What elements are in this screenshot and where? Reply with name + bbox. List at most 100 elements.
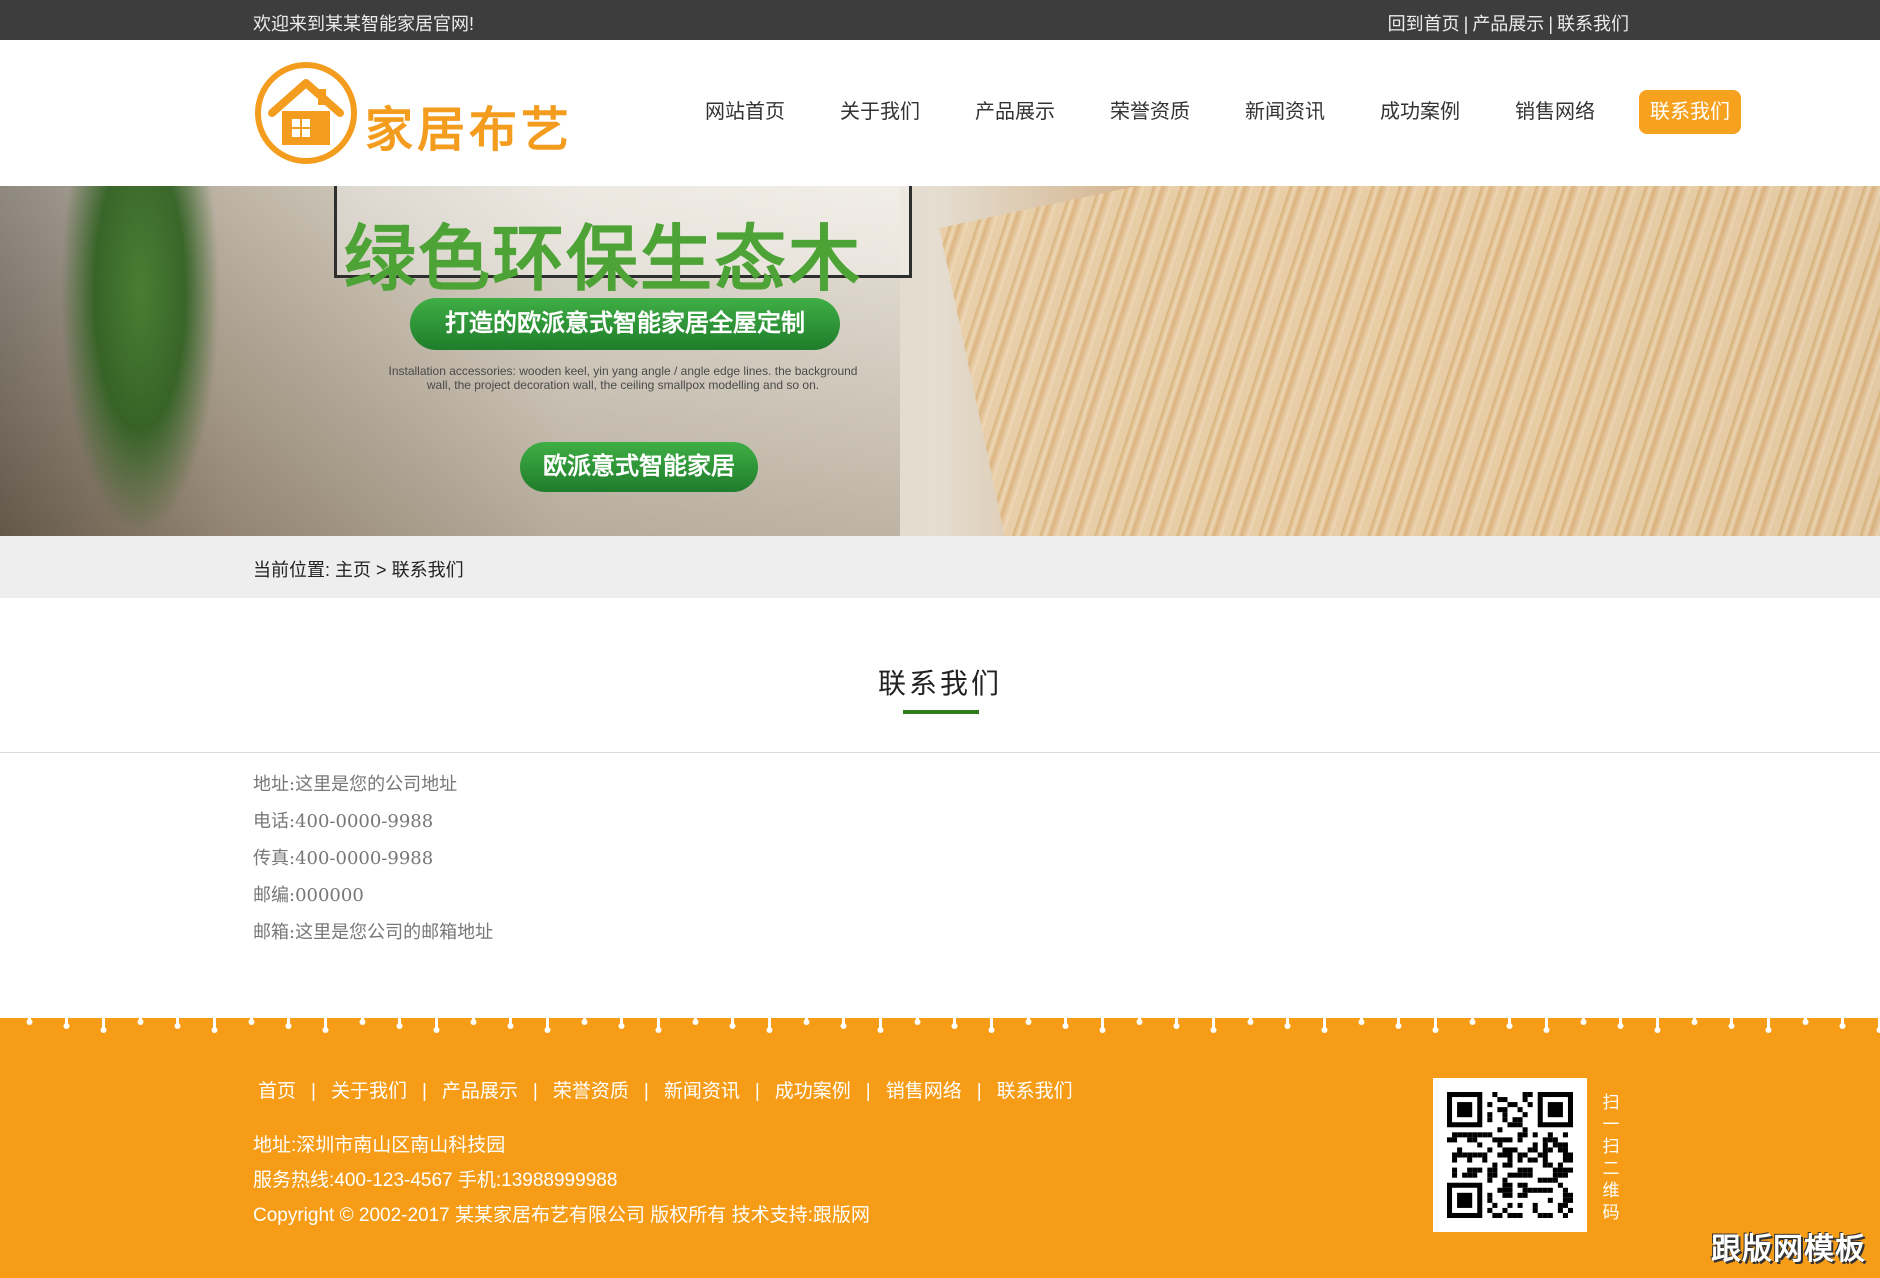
- qr-module: [1452, 1157, 1458, 1163]
- qr-module: [1502, 1137, 1508, 1143]
- footer-nav-contact[interactable]: 联系我们: [992, 1081, 1078, 1102]
- top-link-home[interactable]: 回到首页: [1388, 14, 1460, 34]
- qr-module: [1507, 1122, 1513, 1128]
- qr-module: [1512, 1172, 1518, 1178]
- drip-drop: [1654, 1027, 1661, 1033]
- qr-module: [1477, 1132, 1483, 1138]
- qr-module: [1492, 1172, 1498, 1178]
- drip-drop: [285, 1023, 292, 1029]
- drip-drop: [1025, 1019, 1032, 1025]
- nav-item-contact[interactable]: 联系我们: [1639, 90, 1741, 134]
- qr-module: [1502, 1152, 1508, 1158]
- qr-module: [1557, 1202, 1563, 1208]
- footer-nav-honors[interactable]: 荣誉资质: [548, 1081, 634, 1102]
- qr-module: [1467, 1132, 1473, 1138]
- qr-module: [1522, 1127, 1528, 1133]
- breadcrumb-current-link[interactable]: 联系我们: [392, 560, 464, 580]
- drip: [953, 1012, 956, 1024]
- drip-drop: [951, 1023, 958, 1029]
- drip-drop: [1136, 1019, 1143, 1025]
- footer-copyright: Copyright © 2002-2017 某某家居布艺有限公司 版权所有 技术…: [253, 1205, 870, 1226]
- drip: [1545, 1012, 1548, 1028]
- qr-module: [1557, 1172, 1563, 1178]
- qr-module: [1477, 1142, 1483, 1148]
- nav-item-news[interactable]: 新闻资讯: [1234, 90, 1336, 134]
- qr-module: [1467, 1152, 1473, 1158]
- footer-nav-about[interactable]: 关于我们: [326, 1081, 412, 1102]
- qr-module: [1537, 1187, 1543, 1193]
- qr-module: [1537, 1212, 1543, 1218]
- qr-module: [1502, 1182, 1508, 1188]
- qr-module: [1562, 1152, 1568, 1158]
- qr-module: [1472, 1132, 1478, 1138]
- qr-module: [1557, 1167, 1563, 1173]
- qr-module: [1497, 1152, 1503, 1158]
- qr-finder: [1547, 1102, 1563, 1118]
- qr-module: [1477, 1167, 1483, 1173]
- top-link-separator: |: [1463, 14, 1469, 34]
- qr-module: [1562, 1147, 1568, 1153]
- drip: [102, 1012, 105, 1028]
- drip: [1286, 1012, 1289, 1024]
- banner-description: Installation accessories: wooden keel, y…: [388, 364, 858, 392]
- drip-drop: [1358, 1019, 1365, 1025]
- qr-module: [1517, 1212, 1523, 1218]
- nav-item-network[interactable]: 销售网络: [1504, 90, 1606, 134]
- qr-module: [1532, 1187, 1538, 1193]
- qr-module: [1507, 1192, 1513, 1198]
- qr-module: [1517, 1157, 1523, 1163]
- qr-module: [1522, 1132, 1528, 1138]
- nav-item-home[interactable]: 网站首页: [694, 90, 796, 134]
- footer-nav-home[interactable]: 首页: [253, 1081, 301, 1102]
- qr-module: [1492, 1202, 1498, 1208]
- drip-drop: [1543, 1027, 1550, 1033]
- qr-module: [1517, 1122, 1523, 1128]
- qr-module: [1517, 1107, 1523, 1113]
- drip-drop: [766, 1027, 773, 1033]
- footer-nav-cases[interactable]: 成功案例: [770, 1081, 856, 1102]
- site-footer: 首页 | 关于我们 | 产品展示 | 荣誉资质 | 新闻资讯 | 成功案例 | 销售网络 | 联系我们 地址…: [0, 1012, 1880, 1278]
- qr-module: [1472, 1172, 1478, 1178]
- drip: [1471, 1012, 1474, 1020]
- qr-module: [1457, 1132, 1463, 1138]
- nav-item-honors[interactable]: 荣誉资质: [1099, 90, 1201, 134]
- qr-module: [1512, 1102, 1518, 1108]
- nav-item-cases[interactable]: 成功案例: [1369, 90, 1471, 134]
- drip-drop: [914, 1019, 921, 1025]
- top-link-products[interactable]: 产品展示: [1472, 14, 1544, 34]
- drip: [1360, 1012, 1363, 1020]
- drip-drop: [1099, 1027, 1106, 1033]
- qr-module: [1517, 1137, 1523, 1143]
- drip: [509, 1012, 512, 1024]
- nav-item-products[interactable]: 产品展示: [964, 90, 1066, 134]
- qr-module: [1562, 1212, 1568, 1218]
- drip: [1619, 1012, 1622, 1024]
- qr-module: [1477, 1152, 1483, 1158]
- qr-module: [1487, 1112, 1493, 1118]
- drip-drop: [1802, 1019, 1809, 1025]
- footer-nav-network[interactable]: 销售网络: [881, 1081, 967, 1102]
- qr-module: [1487, 1132, 1493, 1138]
- nav-item-about[interactable]: 关于我们: [829, 90, 931, 134]
- qr-module: [1547, 1197, 1553, 1203]
- qr-module: [1532, 1207, 1538, 1213]
- qr-module: [1567, 1157, 1573, 1163]
- qr-module: [1542, 1212, 1548, 1218]
- drip-drop: [1765, 1027, 1772, 1033]
- drip-drop: [63, 1023, 70, 1029]
- top-link-separator: |: [1548, 14, 1553, 34]
- footer-nav-news[interactable]: 新闻资讯: [659, 1081, 745, 1102]
- watermark-text: 跟版网模板: [1711, 1232, 1866, 1267]
- footer-info: 地址:深圳市南山区南山科技园 服务热线:400-123-4567 手机:1398…: [253, 1131, 870, 1236]
- drip-drop: [1728, 1023, 1735, 1029]
- footer-nav-products[interactable]: 产品展示: [437, 1081, 523, 1102]
- drip-drop: [322, 1027, 329, 1033]
- qr-code-image[interactable]: [1433, 1078, 1587, 1232]
- top-link-contact[interactable]: 联系我们: [1557, 14, 1629, 34]
- drip-drop: [729, 1023, 736, 1029]
- site-header: 家居布艺 网站首页 关于我们 产品展示 荣誉资质 新闻资讯 成功案例 销售网络 …: [0, 40, 1880, 186]
- qr-module: [1502, 1112, 1508, 1118]
- qr-module: [1567, 1207, 1573, 1213]
- breadcrumb-home-link[interactable]: 主页: [335, 560, 371, 580]
- title-underline: [903, 710, 979, 714]
